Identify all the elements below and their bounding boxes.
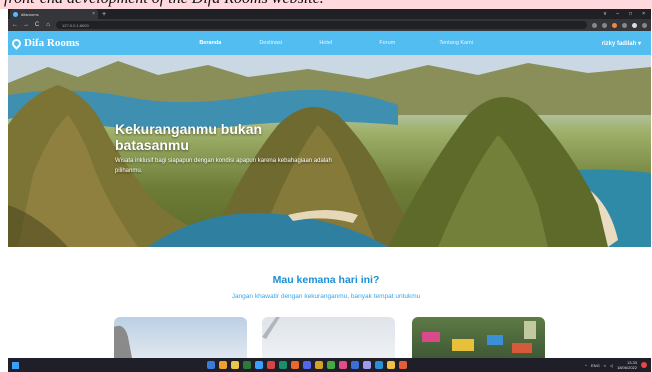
taskbar-app-icon[interactable] xyxy=(267,361,275,369)
hero-title: Kekuranganmu bukan batasanmu xyxy=(115,121,263,153)
nav-link-tentang-kami[interactable]: Tentang Kami xyxy=(439,40,499,46)
destination-card[interactable] xyxy=(412,317,545,358)
brand-logo[interactable]: Difa Rooms xyxy=(10,36,80,50)
window-controls: v – □ × xyxy=(604,11,651,17)
favicon-icon xyxy=(13,11,18,17)
taskbar-app-icon[interactable] xyxy=(351,361,359,369)
nav-link-hotel[interactable]: Hotel xyxy=(319,40,379,46)
home-icon[interactable]: ⌂ xyxy=(45,22,51,28)
hero-subtitle: Wisata inklusif bagi siapapun dengan kon… xyxy=(115,158,332,174)
caption-text: front-end development of the Difa Rooms … xyxy=(4,0,324,8)
back-icon[interactable]: ← xyxy=(12,22,18,28)
destination-image xyxy=(422,321,536,353)
tab-close-icon[interactable]: × xyxy=(92,11,95,17)
nav-link-forum[interactable]: Forum xyxy=(379,40,439,46)
taskbar-app-icon[interactable] xyxy=(387,361,395,369)
address-bar: ← → C ⌂ 127.0.0.1:8000 xyxy=(8,19,651,31)
brand-name: Difa Rooms xyxy=(24,37,80,49)
profile-icon[interactable] xyxy=(632,22,637,28)
clock[interactable]: 13.33 18/06/2022 xyxy=(617,360,637,370)
notification-icon[interactable] xyxy=(641,362,647,368)
volume-icon[interactable]: ◁ xyxy=(610,363,613,368)
start-menu-icon[interactable] xyxy=(12,361,19,369)
url-input[interactable]: 127.0.0.1:8000 xyxy=(56,21,587,29)
nav-link-destinasi[interactable]: Destinasi xyxy=(259,40,319,46)
taskbar-app-icon[interactable] xyxy=(279,361,287,369)
taskbar-app-icon[interactable] xyxy=(255,361,263,369)
taskbar-app-icon[interactable] xyxy=(243,361,251,369)
close-window-icon[interactable]: × xyxy=(642,11,645,17)
taskbar-app-icon[interactable] xyxy=(339,361,347,369)
taskbar-app-icon[interactable] xyxy=(219,361,227,369)
taskbar-app-icon[interactable] xyxy=(399,361,407,369)
chevron-up-icon[interactable]: ^ xyxy=(585,363,587,368)
hero-banner: Kekuranganmu bukan batasanmu Wisata inkl… xyxy=(8,55,651,247)
taskbar-apps xyxy=(207,361,407,369)
user-name: rizky fadilah xyxy=(601,40,637,47)
hero-landscape-image xyxy=(8,55,651,247)
browser-tab-bar: difarooms × + v – □ × xyxy=(8,9,651,19)
minimize-icon[interactable]: – xyxy=(616,11,619,17)
site-navbar: Difa Rooms Beranda Destinasi Hotel Forum… xyxy=(8,31,651,55)
taskbar-app-icon[interactable] xyxy=(327,361,335,369)
nav-links: Beranda Destinasi Hotel Forum Tentang Ka… xyxy=(199,40,499,46)
section-title: Mau kemana hari ini? xyxy=(272,274,380,286)
destination-image xyxy=(114,325,132,358)
caption-strip: front-end development of the Difa Rooms … xyxy=(0,0,652,9)
destination-card[interactable] xyxy=(262,317,395,358)
share-icon[interactable] xyxy=(592,22,597,28)
tab-search-icon[interactable]: v xyxy=(604,11,607,17)
destination-image xyxy=(262,317,280,339)
maximize-icon[interactable]: □ xyxy=(629,11,632,17)
bookmark-icon[interactable] xyxy=(602,22,607,28)
taskbar-app-icon[interactable] xyxy=(231,361,239,369)
extensions-puzzle-icon[interactable] xyxy=(622,22,627,28)
location-pin-icon xyxy=(10,36,23,50)
menu-icon[interactable] xyxy=(642,22,647,28)
destination-card[interactable] xyxy=(114,317,247,358)
taskbar-app-icon[interactable] xyxy=(375,361,383,369)
reload-icon[interactable]: C xyxy=(34,22,40,28)
taskbar-app-icon[interactable] xyxy=(315,361,323,369)
language-indicator[interactable]: ENG xyxy=(591,363,600,368)
clock-date: 18/06/2022 xyxy=(616,365,637,370)
nav-link-beranda[interactable]: Beranda xyxy=(199,40,259,46)
taskbar-app-icon[interactable] xyxy=(291,361,299,369)
taskbar-app-icon[interactable] xyxy=(363,361,371,369)
browser-tab[interactable]: difarooms × xyxy=(10,9,98,19)
system-tray: ^ ENG ≈ ◁ 13.33 18/06/2022 xyxy=(585,360,647,370)
user-menu[interactable]: rizky fadilah ▾ xyxy=(602,40,647,47)
new-tab-icon[interactable]: + xyxy=(102,11,106,18)
section-subtitle: Jangan khawatir dengan kekuranganmu, ban… xyxy=(231,293,421,300)
windows-taskbar: ^ ENG ≈ ◁ 13.33 18/06/2022 xyxy=(8,358,651,372)
taskbar-app-icon[interactable] xyxy=(207,361,215,369)
forward-icon[interactable]: → xyxy=(23,22,29,28)
wifi-icon[interactable]: ≈ xyxy=(604,363,606,368)
chevron-down-icon: ▾ xyxy=(637,40,641,47)
extension-icon[interactable] xyxy=(612,22,617,28)
taskbar-app-icon[interactable] xyxy=(303,361,311,369)
tab-title: difarooms xyxy=(21,11,39,17)
